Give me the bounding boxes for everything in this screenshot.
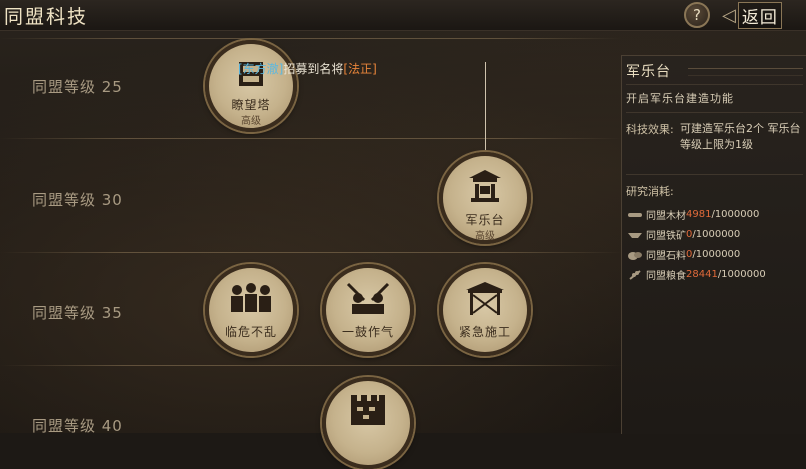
pavilion-icon	[469, 170, 501, 202]
effect-text: 可建造军乐台2个 军乐台等级上限为1级	[680, 122, 801, 151]
tech-node-music-pavilion[interactable]: 军乐台 高级	[439, 152, 531, 244]
tech-node-label: 军乐台	[465, 213, 505, 227]
panel-divider	[626, 112, 803, 113]
tech-node-label: 紧急施工	[458, 325, 511, 339]
cost-label: 研究消耗:	[626, 185, 674, 198]
iron-icon	[628, 230, 642, 240]
cost-total: /1000000	[692, 229, 741, 240]
cost-name: 同盟粮食	[646, 271, 686, 282]
cost-current: 4981	[686, 209, 712, 220]
header-bar: 同盟科技 ? ◁ 返回	[0, 0, 806, 31]
tech-node-grade: 高级	[475, 231, 495, 242]
panel-divider	[626, 84, 803, 85]
cost-row-wood: 同盟木材 4981 /1000000	[628, 207, 759, 222]
cost-total: /1000000	[711, 209, 760, 220]
recruit-notice: [东方澈]招募到名将[法正]	[238, 60, 377, 77]
stone-icon	[628, 250, 642, 260]
notice-player-name: [东方澈]	[238, 62, 284, 76]
row-divider	[0, 138, 622, 139]
row-divider	[0, 252, 622, 253]
notice-text: 招募到名将	[283, 62, 344, 76]
panel-description: 开启军乐台建造功能	[626, 92, 734, 105]
page-title: 同盟科技	[4, 6, 89, 28]
charge-icon	[346, 282, 390, 314]
cost-row-stone: 同盟石料 0 /1000000	[628, 247, 740, 262]
cost-current: 28441	[686, 269, 718, 280]
cost-name: 同盟铁矿	[646, 231, 686, 242]
cost-row-iron: 同盟铁矿 0 /1000000	[628, 227, 740, 242]
cost-name: 同盟石料	[646, 251, 686, 262]
cost-total: /1000000	[692, 249, 741, 260]
help-button[interactable]: ?	[684, 2, 710, 28]
cost-row-grain: 同盟粮食 28441 /1000000	[628, 267, 766, 282]
level-label-30: 同盟等级 30	[32, 191, 123, 209]
grain-icon	[628, 269, 642, 280]
tech-node-label: 一鼓作气	[341, 325, 394, 339]
tech-node-grade: 高级	[241, 116, 261, 127]
tech-node-urgent-construction[interactable]: 紧急施工	[439, 264, 531, 356]
level-label-35: 同盟等级 35	[32, 304, 123, 322]
wall-icon	[351, 395, 385, 425]
soldiers-icon	[231, 283, 271, 312]
row-divider	[0, 365, 622, 366]
row-divider	[0, 38, 622, 39]
scaffold-icon	[466, 282, 504, 315]
tech-node-calm-in-danger[interactable]: 临危不乱	[205, 264, 297, 356]
tech-node-city-wall[interactable]	[322, 377, 414, 469]
notice-general-name: [法正]	[343, 62, 377, 76]
level-label-25: 同盟等级 25	[32, 78, 123, 96]
back-label: 返回	[737, 1, 782, 29]
back-button[interactable]: ◁ 返回	[722, 1, 806, 29]
cost-name: 同盟木材	[646, 211, 686, 222]
tech-node-watchtower[interactable]: 瞭望塔 高级	[205, 40, 297, 132]
tech-detail-panel: 军乐台 开启军乐台建造功能 科技效果: 可建造军乐台2个 军乐台等级上限为1级 …	[621, 55, 806, 434]
tech-connector-line	[485, 62, 486, 154]
panel-title: 军乐台	[626, 64, 671, 80]
panel-divider	[626, 174, 803, 175]
wood-icon	[628, 210, 642, 220]
cost-total: /1000000	[717, 269, 766, 280]
tech-node-label: 瞭望塔	[231, 98, 271, 112]
tech-node-one-drum-charge[interactable]: 一鼓作气	[322, 264, 414, 356]
panel-title-ornament	[688, 68, 803, 76]
help-icon: ?	[693, 6, 701, 24]
effect-label: 科技效果:	[626, 123, 674, 136]
back-arrow-icon: ◁	[722, 4, 736, 26]
tech-node-label: 临危不乱	[224, 325, 277, 339]
